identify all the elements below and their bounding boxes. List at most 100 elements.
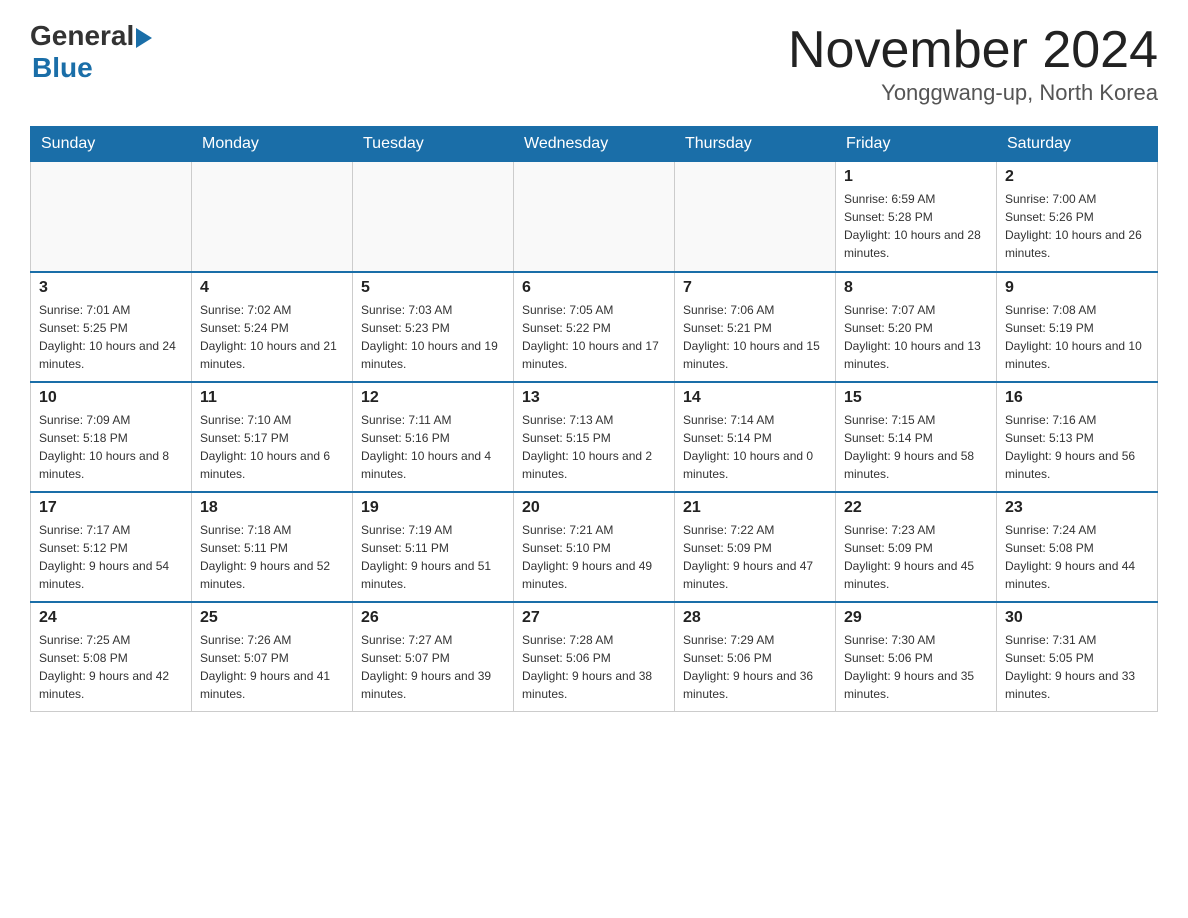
calendar-cell: 9Sunrise: 7:08 AM Sunset: 5:19 PM Daylig… [997, 272, 1158, 382]
weekday-header-saturday: Saturday [997, 127, 1158, 162]
logo-general-text: General [30, 20, 134, 52]
day-info: Sunrise: 7:07 AM Sunset: 5:20 PM Dayligh… [844, 301, 988, 373]
day-number: 21 [683, 499, 827, 517]
page-header: General Blue November 2024 Yonggwang-up,… [30, 20, 1158, 106]
day-number: 27 [522, 609, 666, 627]
day-info: Sunrise: 7:21 AM Sunset: 5:10 PM Dayligh… [522, 521, 666, 593]
day-info: Sunrise: 7:27 AM Sunset: 5:07 PM Dayligh… [361, 631, 505, 703]
day-number: 22 [844, 499, 988, 517]
logo: General Blue [30, 20, 152, 84]
day-info: Sunrise: 7:18 AM Sunset: 5:11 PM Dayligh… [200, 521, 344, 593]
day-number: 23 [1005, 499, 1149, 517]
day-number: 26 [361, 609, 505, 627]
calendar-cell: 22 Sunrise: 7:23 AM Sunset: 5:09 PM Dayli… [836, 492, 997, 602]
day-number: 11 [200, 389, 344, 407]
day-number: 10 [39, 389, 183, 407]
calendar-cell: 21 Sunrise: 7:22 AM Sunset: 5:09 PM Dayli… [675, 492, 836, 602]
day-info: Sunrise: 7:01 AM Sunset: 5:25 PM Dayligh… [39, 301, 183, 373]
calendar-cell: 12 Sunrise: 7:11 AM Sunset: 5:16 PM Dayli… [353, 382, 514, 492]
calendar-cell [192, 162, 353, 272]
day-number: 5 [361, 279, 505, 297]
day-info: Sunrise: 7:23 AM Sunset: 5:09 PM Dayligh… [844, 521, 988, 593]
calendar-header-row: SundayMondayTuesdayWednesdayThursdayFrid… [31, 127, 1158, 162]
logo-blue-text: Blue [32, 52, 93, 84]
day-info: Sunrise: 7:31 AM Sunset: 5:05 PM Dayligh… [1005, 631, 1149, 703]
calendar-cell [31, 162, 192, 272]
day-number: 2 [1005, 168, 1149, 186]
day-number: 25 [200, 609, 344, 627]
day-info: Sunrise: 7:16 AM Sunset: 5:13 PM Dayligh… [1005, 411, 1149, 483]
day-number: 20 [522, 499, 666, 517]
calendar-table: SundayMondayTuesdayWednesdayThursdayFrid… [30, 126, 1158, 712]
day-number: 19 [361, 499, 505, 517]
calendar-cell: 27 Sunrise: 7:28 AM Sunset: 5:06 PM Dayli… [514, 602, 675, 712]
day-info: Sunrise: 7:15 AM Sunset: 5:14 PM Dayligh… [844, 411, 988, 483]
weekday-header-monday: Monday [192, 127, 353, 162]
day-info: Sunrise: 7:14 AM Sunset: 5:14 PM Dayligh… [683, 411, 827, 483]
day-info: Sunrise: 6:59 AM Sunset: 5:28 PM Dayligh… [844, 190, 988, 262]
logo-arrow-icon [136, 28, 152, 48]
calendar-week-row: 3Sunrise: 7:01 AM Sunset: 5:25 PM Daylig… [31, 272, 1158, 382]
day-info: Sunrise: 7:28 AM Sunset: 5:06 PM Dayligh… [522, 631, 666, 703]
calendar-week-row: 1 Sunrise: 6:59 AM Sunset: 5:28 PM Daylig… [31, 162, 1158, 272]
weekday-header-thursday: Thursday [675, 127, 836, 162]
day-number: 29 [844, 609, 988, 627]
calendar-week-row: 10 Sunrise: 7:09 AM Sunset: 5:18 PM Dayli… [31, 382, 1158, 492]
day-info: Sunrise: 7:11 AM Sunset: 5:16 PM Dayligh… [361, 411, 505, 483]
day-info: Sunrise: 7:13 AM Sunset: 5:15 PM Dayligh… [522, 411, 666, 483]
calendar-cell: 10 Sunrise: 7:09 AM Sunset: 5:18 PM Dayli… [31, 382, 192, 492]
calendar-cell: 18 Sunrise: 7:18 AM Sunset: 5:11 PM Dayli… [192, 492, 353, 602]
calendar-cell: 1 Sunrise: 6:59 AM Sunset: 5:28 PM Daylig… [836, 162, 997, 272]
calendar-week-row: 24 Sunrise: 7:25 AM Sunset: 5:08 PM Dayli… [31, 602, 1158, 712]
weekday-header-wednesday: Wednesday [514, 127, 675, 162]
day-number: 15 [844, 389, 988, 407]
day-number: 17 [39, 499, 183, 517]
weekday-header-sunday: Sunday [31, 127, 192, 162]
day-number: 8 [844, 279, 988, 297]
day-info: Sunrise: 7:09 AM Sunset: 5:18 PM Dayligh… [39, 411, 183, 483]
calendar-cell: 2 Sunrise: 7:00 AM Sunset: 5:26 PM Daylig… [997, 162, 1158, 272]
weekday-header-tuesday: Tuesday [353, 127, 514, 162]
day-number: 30 [1005, 609, 1149, 627]
day-number: 12 [361, 389, 505, 407]
title-section: November 2024 Yonggwang-up, North Korea [788, 20, 1158, 106]
calendar-cell: 6Sunrise: 7:05 AM Sunset: 5:22 PM Daylig… [514, 272, 675, 382]
calendar-cell: 24 Sunrise: 7:25 AM Sunset: 5:08 PM Dayli… [31, 602, 192, 712]
location-title: Yonggwang-up, North Korea [788, 80, 1158, 106]
day-info: Sunrise: 7:19 AM Sunset: 5:11 PM Dayligh… [361, 521, 505, 593]
day-number: 7 [683, 279, 827, 297]
day-info: Sunrise: 7:00 AM Sunset: 5:26 PM Dayligh… [1005, 190, 1149, 262]
month-title: November 2024 [788, 20, 1158, 80]
calendar-cell: 15 Sunrise: 7:15 AM Sunset: 5:14 PM Dayli… [836, 382, 997, 492]
day-info: Sunrise: 7:06 AM Sunset: 5:21 PM Dayligh… [683, 301, 827, 373]
calendar-cell: 3Sunrise: 7:01 AM Sunset: 5:25 PM Daylig… [31, 272, 192, 382]
day-info: Sunrise: 7:25 AM Sunset: 5:08 PM Dayligh… [39, 631, 183, 703]
weekday-header-friday: Friday [836, 127, 997, 162]
calendar-cell: 25 Sunrise: 7:26 AM Sunset: 5:07 PM Dayli… [192, 602, 353, 712]
calendar-cell: 5Sunrise: 7:03 AM Sunset: 5:23 PM Daylig… [353, 272, 514, 382]
calendar-cell: 19 Sunrise: 7:19 AM Sunset: 5:11 PM Dayli… [353, 492, 514, 602]
day-info: Sunrise: 7:17 AM Sunset: 5:12 PM Dayligh… [39, 521, 183, 593]
day-number: 28 [683, 609, 827, 627]
calendar-cell: 30 Sunrise: 7:31 AM Sunset: 5:05 PM Dayli… [997, 602, 1158, 712]
day-number: 16 [1005, 389, 1149, 407]
calendar-cell: 28 Sunrise: 7:29 AM Sunset: 5:06 PM Dayli… [675, 602, 836, 712]
day-number: 1 [844, 168, 988, 186]
calendar-cell: 7 Sunrise: 7:06 AM Sunset: 5:21 PM Daylig… [675, 272, 836, 382]
calendar-cell: 16 Sunrise: 7:16 AM Sunset: 5:13 PM Dayli… [997, 382, 1158, 492]
calendar-cell: 17 Sunrise: 7:17 AM Sunset: 5:12 PM Dayli… [31, 492, 192, 602]
day-info: Sunrise: 7:29 AM Sunset: 5:06 PM Dayligh… [683, 631, 827, 703]
calendar-cell: 11Sunrise: 7:10 AM Sunset: 5:17 PM Dayli… [192, 382, 353, 492]
calendar-cell: 8 Sunrise: 7:07 AM Sunset: 5:20 PM Daylig… [836, 272, 997, 382]
calendar-cell: 23Sunrise: 7:24 AM Sunset: 5:08 PM Dayli… [997, 492, 1158, 602]
day-info: Sunrise: 7:22 AM Sunset: 5:09 PM Dayligh… [683, 521, 827, 593]
calendar-cell [514, 162, 675, 272]
calendar-cell: 29Sunrise: 7:30 AM Sunset: 5:06 PM Dayli… [836, 602, 997, 712]
day-info: Sunrise: 7:26 AM Sunset: 5:07 PM Dayligh… [200, 631, 344, 703]
calendar-cell [353, 162, 514, 272]
calendar-cell: 13Sunrise: 7:13 AM Sunset: 5:15 PM Dayli… [514, 382, 675, 492]
day-info: Sunrise: 7:02 AM Sunset: 5:24 PM Dayligh… [200, 301, 344, 373]
day-number: 24 [39, 609, 183, 627]
day-number: 9 [1005, 279, 1149, 297]
day-number: 18 [200, 499, 344, 517]
